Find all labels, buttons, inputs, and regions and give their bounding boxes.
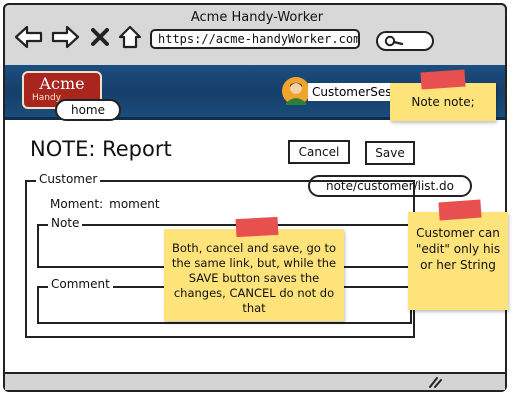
- moment-row: Moment: moment: [50, 197, 160, 211]
- home-link-callout: home: [55, 99, 121, 121]
- address-bar[interactable]: https://acme-handyWorker.com/: [150, 29, 360, 49]
- back-arrow-icon[interactable]: [14, 24, 44, 50]
- sticky-note-model: Note note;: [390, 83, 496, 121]
- cancel-button[interactable]: Cancel: [288, 140, 350, 164]
- note-legend: Note: [48, 216, 83, 230]
- sticky-tape: [420, 69, 466, 90]
- home-icon[interactable]: [117, 24, 143, 50]
- moment-label: Moment:: [50, 197, 104, 211]
- logged-user-name[interactable]: CustomerSession: [308, 83, 398, 101]
- logo-text: Acme: [39, 74, 85, 93]
- resize-grip-icon[interactable]: [428, 376, 442, 388]
- sticky-tape: [438, 199, 482, 221]
- customer-legend: Customer: [36, 172, 101, 186]
- sticky-note-customer: Customer can "edit" only his or her Stri…: [408, 212, 508, 310]
- save-button[interactable]: Save: [365, 141, 415, 165]
- moment-value: moment: [109, 197, 160, 211]
- forward-arrow-icon[interactable]: [50, 24, 80, 50]
- logo-subtext: Handy: [32, 93, 62, 103]
- user-avatar-icon: [282, 77, 310, 105]
- search-icon: [384, 35, 404, 47]
- comment-legend: Comment: [48, 277, 113, 291]
- window-title: Acme Handy-Worker: [190, 10, 324, 25]
- sticky-note-buttons: Both, cancel and save, go to the same li…: [164, 229, 344, 321]
- search-box[interactable]: [376, 31, 434, 51]
- page-title: NOTE: Report: [30, 137, 172, 161]
- close-icon[interactable]: [90, 27, 110, 47]
- sticky-tape: [235, 216, 279, 238]
